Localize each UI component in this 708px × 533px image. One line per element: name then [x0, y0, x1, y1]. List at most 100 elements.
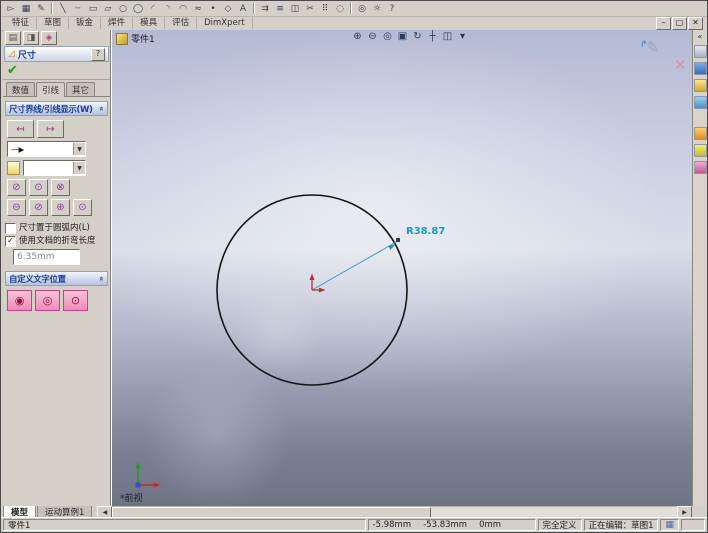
use-document-bend-length-row: ✓ 使用文档的折弯长度 [5, 236, 108, 247]
parallelogram-tool-icon[interactable]: ▱ [101, 2, 115, 15]
tab-evaluate[interactable]: 评估 [165, 17, 198, 29]
design-library-icon[interactable] [693, 62, 707, 75]
text-style-combo[interactable]: ▼ [23, 160, 86, 176]
text-position-leader-button[interactable]: ◎ [35, 290, 60, 311]
chevron-down-icon[interactable]: ▼ [73, 162, 85, 174]
convert-entities-icon[interactable]: ⇉ [258, 2, 272, 15]
text-position-horizontal-button[interactable]: ⊙ [63, 290, 88, 311]
line-tool-icon[interactable]: ╲ [56, 2, 70, 15]
dimension-leader-line[interactable] [311, 240, 399, 291]
cancel-sketch-icon[interactable]: ✕ [674, 56, 687, 74]
search-icon[interactable] [693, 96, 707, 109]
arrow-inside-button[interactable]: ↦ [37, 120, 64, 138]
leaders-group-title: 尺寸界线/引线显示(W) [9, 104, 93, 115]
radius-display-option-6[interactable]: ⊕ [51, 199, 70, 216]
radius-display-option-3[interactable]: ⊗ [51, 179, 70, 196]
chevron-down-icon[interactable]: ▼ [73, 143, 85, 155]
coordinate-z: 0mm [479, 520, 502, 530]
radius-display-option-5[interactable]: ⊘ [29, 199, 48, 216]
close-icon[interactable]: ✕ [688, 16, 703, 30]
tab-value[interactable]: 数值 [6, 82, 36, 96]
tab-mold[interactable]: 模具 [133, 17, 166, 29]
sketch-tool-icon[interactable]: ✎ [34, 2, 48, 15]
circular-pattern-icon[interactable]: ◌ [333, 2, 347, 15]
featuremanager-icon[interactable]: ▤ [5, 31, 21, 45]
toolbar-separator [51, 3, 53, 14]
bend-length-field[interactable]: 6.35mm [13, 249, 80, 265]
text-position-broken-leader-button[interactable]: ◉ [7, 290, 32, 311]
help-icon[interactable]: ? [91, 47, 105, 61]
tab-features[interactable]: 特征 [5, 17, 38, 29]
select-tool-icon[interactable]: ▻ [4, 2, 18, 15]
sketch-canvas[interactable]: R38.87 *前视 [112, 30, 693, 506]
configuration-icon[interactable]: ◈ [41, 31, 57, 45]
property-manager-body: 尺寸界线/引线显示(W) « ↤ ↦ —▶ ▼ ▼ ⊘ ⊙ ⊗ ⊖ ⊘ ⊕ ⊙ … [3, 97, 110, 322]
spline-tool-icon[interactable]: ≈ [191, 2, 205, 15]
text-position-group-header[interactable]: 自定义文字位置 « [5, 271, 108, 286]
text-tool-icon[interactable]: A [236, 2, 250, 15]
rectangle-tool-icon[interactable]: ▭ [86, 2, 100, 15]
property-manager-tabs: 数值 引线 其它 [3, 80, 110, 97]
document-window-controls: – ▢ ✕ [656, 16, 703, 30]
view-palette-icon[interactable] [693, 127, 707, 140]
confirm-row: ✔ [3, 62, 110, 80]
graphics-viewport[interactable]: 零件1 ⊕ ⊖ ◎ ▣ ↻ ┼ ◫ ▾ R38.87 *前视 ✎ ↱ ✕ [112, 30, 693, 506]
quick-snaps-icon[interactable]: ◎ [355, 2, 369, 15]
decals-icon[interactable] [693, 161, 707, 174]
dimension-inside-arc-checkbox[interactable] [5, 223, 16, 234]
radius-display-option-1[interactable]: ⊘ [7, 179, 26, 196]
radius-dimension-text[interactable]: R38.87 [406, 226, 445, 237]
status-bar: 零件1 -5.98mm -53.83mm 0mm 完全定义 正在编辑：草图1 ▦ [1, 517, 707, 532]
sketch-origin[interactable] [309, 273, 326, 293]
toolbar-separator [253, 3, 255, 14]
restore-icon[interactable]: ▢ [672, 16, 687, 30]
collapse-chevron-icon[interactable]: « [97, 106, 106, 111]
leaders-group: 尺寸界线/引线显示(W) « ↤ ↦ —▶ ▼ ▼ ⊘ ⊙ ⊗ ⊖ ⊘ ⊕ ⊙ [5, 101, 108, 218]
radius-display-option-7[interactable]: ⊙ [73, 199, 92, 216]
propertymanager-icon[interactable]: ◨ [23, 31, 39, 45]
tab-other[interactable]: 其它 [66, 82, 96, 96]
polygon-tool-icon[interactable]: ◇ [221, 2, 235, 15]
grid-icon[interactable]: ▦ [19, 2, 33, 15]
tab-sketch[interactable]: 草图 [37, 17, 70, 29]
sketch-status-icon: ▦ [665, 520, 674, 530]
radius-display-option-2[interactable]: ⊙ [29, 179, 48, 196]
help-icon[interactable]: ? [385, 2, 399, 15]
dimension-handle[interactable] [396, 238, 400, 242]
dimension-arrowhead [388, 244, 396, 250]
offset-entities-icon[interactable]: ≡ [273, 2, 287, 15]
solidworks-window: ▻ ▦ ✎ ╲ ┄ ▭ ▱ ○ ◯ ◜ ◝ ◠ ≈ • ◇ A ⇉ ≡ ◫ ✂ … [0, 0, 708, 533]
appearances-icon[interactable] [693, 144, 707, 157]
centerline-tool-icon[interactable]: ┄ [71, 2, 85, 15]
leaders-group-body: ↤ ↦ —▶ ▼ ▼ ⊘ ⊙ ⊗ ⊖ ⊘ ⊕ ⊙ [5, 116, 108, 218]
dimension-icon: ◿ [8, 49, 15, 59]
trim-entities-icon[interactable]: ✂ [303, 2, 317, 15]
three-point-arc-tool-icon[interactable]: ◠ [176, 2, 190, 15]
task-pane-expand-icon[interactable]: « [698, 33, 703, 41]
exit-sketch-icon[interactable]: ✎ ↱ [640, 38, 659, 57]
circle-tool-icon[interactable]: ○ [116, 2, 130, 15]
mirror-entities-icon[interactable]: ◫ [288, 2, 302, 15]
collapse-chevron-icon[interactable]: « [97, 276, 106, 281]
arrow-outside-button[interactable]: ↤ [7, 120, 34, 138]
centerpoint-arc-tool-icon[interactable]: ◜ [146, 2, 160, 15]
leaders-group-header[interactable]: 尺寸界线/引线显示(W) « [5, 101, 108, 116]
leader-style-combo[interactable]: —▶ ▼ [7, 141, 86, 157]
linear-pattern-icon[interactable]: ⠿ [318, 2, 332, 15]
file-explorer-icon[interactable] [693, 79, 707, 92]
use-document-bend-length-checkbox[interactable]: ✓ [5, 236, 16, 247]
tab-sheet-metal[interactable]: 钣金 [69, 17, 102, 29]
tangent-arc-tool-icon[interactable]: ◝ [161, 2, 175, 15]
ellipse-tool-icon[interactable]: ◯ [131, 2, 145, 15]
tab-dimxpert[interactable]: DimXpert [197, 17, 253, 29]
task-pane-strip: « [692, 30, 707, 506]
minimize-icon[interactable]: – [656, 16, 671, 30]
point-tool-icon[interactable]: • [206, 2, 220, 15]
options-icon[interactable]: ☼ [370, 2, 384, 15]
radius-display-option-4[interactable]: ⊖ [7, 199, 26, 216]
solidworks-resources-icon[interactable] [693, 45, 707, 58]
tab-leaders[interactable]: 引线 [36, 82, 66, 97]
ok-button[interactable]: ✔ [7, 64, 18, 77]
tab-weldments[interactable]: 焊件 [101, 17, 134, 29]
status-definition-state: 完全定义 [537, 519, 582, 531]
